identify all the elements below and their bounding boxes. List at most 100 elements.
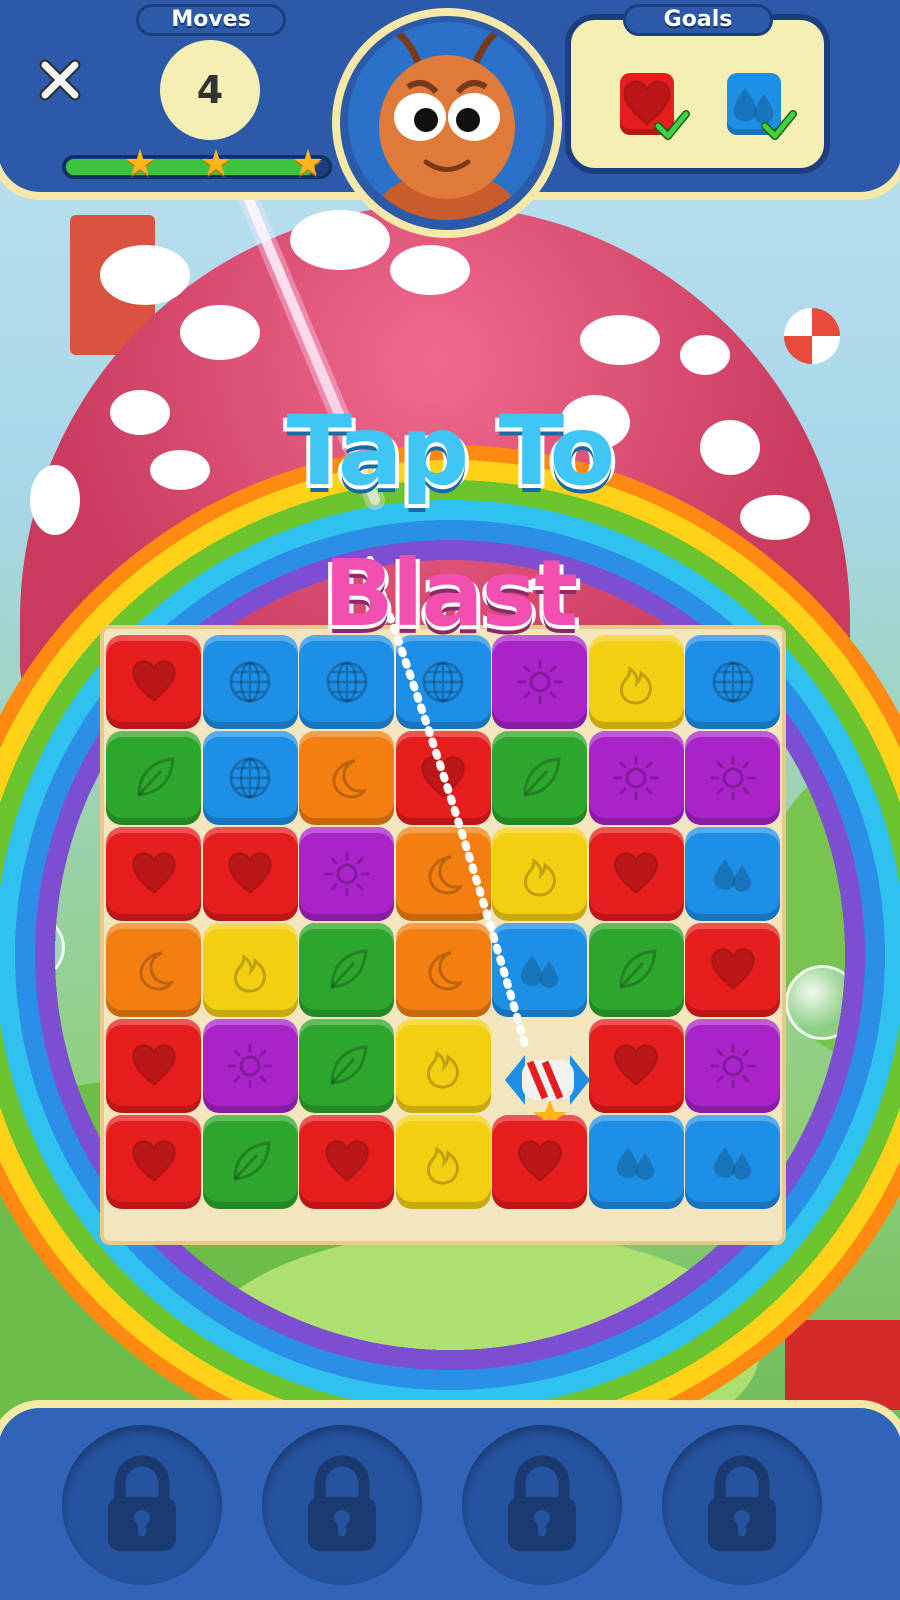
booster-slot-3[interactable] — [462, 1425, 622, 1585]
tile-yellow-fire[interactable] — [588, 635, 684, 729]
tap-to-text: Tap To — [286, 395, 616, 507]
sun-icon — [710, 755, 755, 801]
globe-icon — [712, 661, 753, 703]
tile-orange-moon[interactable] — [299, 731, 394, 825]
tile-purple-sun[interactable] — [299, 827, 394, 921]
sun-icon — [710, 1043, 755, 1089]
tile-purple-sun[interactable] — [492, 635, 587, 729]
heart-icon — [710, 947, 755, 991]
heart-icon — [131, 659, 176, 703]
tile-red-heart[interactable] — [106, 1115, 201, 1209]
blast-text: Blast — [323, 540, 578, 647]
tile-red-heart[interactable] — [106, 635, 201, 729]
ant-mascot-avatar — [348, 22, 546, 220]
lock-icon — [708, 1455, 776, 1551]
tile-red-heart[interactable] — [588, 827, 684, 921]
booster-slot-4[interactable] — [662, 1425, 822, 1585]
leaf-icon — [619, 949, 657, 989]
moon-icon — [428, 951, 464, 991]
tile-green-leaf[interactable] — [492, 731, 587, 825]
drop-icon — [617, 1147, 654, 1180]
tile-blue-drop[interactable] — [492, 923, 587, 1017]
tile-blue-globe[interactable] — [395, 635, 491, 729]
tile-red-heart[interactable] — [492, 1115, 587, 1209]
fire-icon — [234, 954, 266, 993]
tile-purple-sun[interactable] — [685, 1019, 780, 1113]
booster-slot-2[interactable] — [262, 1425, 422, 1585]
fire-icon — [523, 858, 556, 897]
tile-orange-moon[interactable] — [395, 923, 491, 1017]
star-icon: ★ — [199, 143, 233, 184]
tile-red-heart[interactable] — [106, 1019, 201, 1113]
heart-icon — [227, 851, 273, 895]
drop-icon — [713, 859, 751, 892]
leaf-icon — [136, 757, 175, 797]
heart-icon — [131, 1139, 176, 1183]
tile-purple-sun[interactable] — [588, 731, 684, 825]
heart-icon — [420, 755, 466, 799]
moon-icon — [428, 855, 464, 895]
tile-green-leaf[interactable] — [299, 1019, 394, 1113]
tile-red-heart[interactable] — [395, 731, 491, 825]
close-icon — [39, 59, 81, 101]
sun-icon — [324, 851, 369, 897]
tile-yellow-fire[interactable] — [202, 923, 298, 1017]
moves-label: Moves — [136, 4, 286, 36]
leaf-icon — [329, 949, 368, 989]
tile-red-heart[interactable] — [685, 923, 780, 1017]
tile-blue-drop[interactable] — [685, 1115, 780, 1209]
tile-blue-drop[interactable] — [588, 1115, 684, 1209]
tile-blue-globe[interactable] — [685, 635, 780, 729]
lock-icon — [108, 1455, 176, 1551]
heart-icon — [613, 1043, 659, 1087]
star-icon: ★ — [291, 143, 325, 184]
drop-icon — [520, 955, 558, 988]
tile-green-leaf[interactable] — [106, 731, 201, 825]
tile-red-heart[interactable] — [299, 1115, 394, 1209]
tile-yellow-fire[interactable] — [492, 827, 587, 921]
close-button[interactable] — [35, 55, 85, 105]
tile-green-leaf[interactable] — [202, 1115, 298, 1209]
score-progress-fill — [66, 159, 315, 175]
heart-icon — [131, 1043, 176, 1087]
leaf-icon — [522, 757, 561, 797]
gift-box — [785, 1320, 900, 1410]
tile-orange-moon[interactable] — [395, 827, 491, 921]
fire-icon — [427, 1146, 459, 1185]
heart-icon — [517, 1139, 562, 1183]
tile-blue-drop[interactable] — [685, 827, 780, 921]
sun-icon — [613, 755, 659, 801]
moon-icon — [138, 951, 174, 991]
tile-orange-moon[interactable] — [106, 923, 201, 1017]
booster-slot-1[interactable] — [62, 1425, 222, 1585]
goals-panel — [565, 14, 830, 174]
moves-counter: 4 — [160, 40, 260, 140]
fire-icon — [427, 1050, 459, 1089]
sun-icon — [227, 1043, 273, 1089]
tile-green-leaf[interactable] — [299, 923, 394, 1017]
lock-icon — [508, 1455, 576, 1551]
tile-purple-sun[interactable] — [202, 1019, 298, 1113]
tile-blue-globe[interactable] — [202, 635, 298, 729]
leaf-icon — [329, 1045, 368, 1085]
fire-icon — [620, 666, 652, 705]
star-icon: ★ — [123, 143, 157, 184]
tile-red-heart[interactable] — [588, 1019, 684, 1113]
globe-icon — [229, 757, 271, 799]
drop-icon — [713, 1147, 751, 1180]
heart-icon — [613, 851, 659, 895]
checkmark-icon — [654, 110, 690, 140]
ant-icon — [374, 22, 520, 220]
tile-red-heart[interactable] — [202, 827, 298, 921]
tile-purple-sun[interactable] — [685, 731, 780, 825]
tile-yellow-fire[interactable] — [395, 1019, 491, 1113]
tile-blue-globe[interactable] — [202, 731, 298, 825]
tile-red-heart[interactable] — [106, 827, 201, 921]
tile-blue-globe[interactable] — [299, 635, 394, 729]
tile-green-leaf[interactable] — [588, 923, 684, 1017]
rocket-powerup-icon[interactable] — [500, 1040, 595, 1120]
leaf-icon — [233, 1141, 271, 1181]
globe-icon — [422, 661, 464, 703]
lock-icon — [308, 1455, 376, 1551]
tile-yellow-fire[interactable] — [395, 1115, 491, 1209]
